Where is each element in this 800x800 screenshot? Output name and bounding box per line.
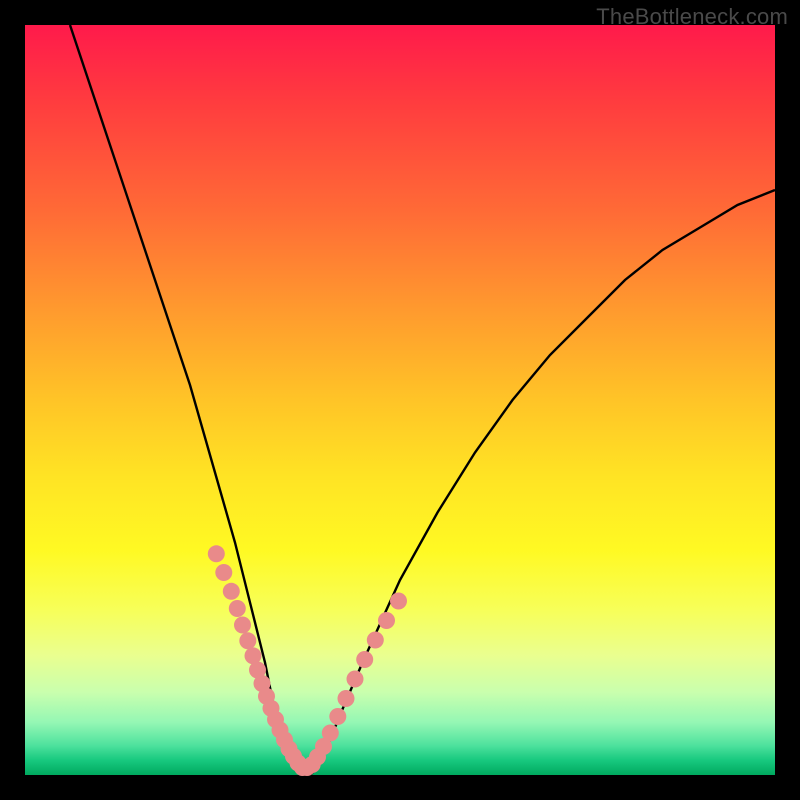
highlight-dot [322,725,339,742]
highlight-dot [390,593,407,610]
highlight-dot [239,632,256,649]
bottleneck-curve [70,25,775,775]
plot-area [25,25,775,775]
highlight-dot [378,612,395,629]
highlight-dot [234,617,251,634]
highlight-dot [329,708,346,725]
highlight-dots [208,545,407,776]
highlight-dot [356,651,373,668]
highlight-dot [367,632,384,649]
chart-frame: TheBottleneck.com [0,0,800,800]
highlight-dot [338,690,355,707]
chart-svg [25,25,775,775]
highlight-dot [215,564,232,581]
highlight-dot [229,600,246,617]
highlight-dot [223,583,240,600]
highlight-dot [208,545,225,562]
watermark-text: TheBottleneck.com [596,4,788,30]
highlight-dot [347,671,364,688]
